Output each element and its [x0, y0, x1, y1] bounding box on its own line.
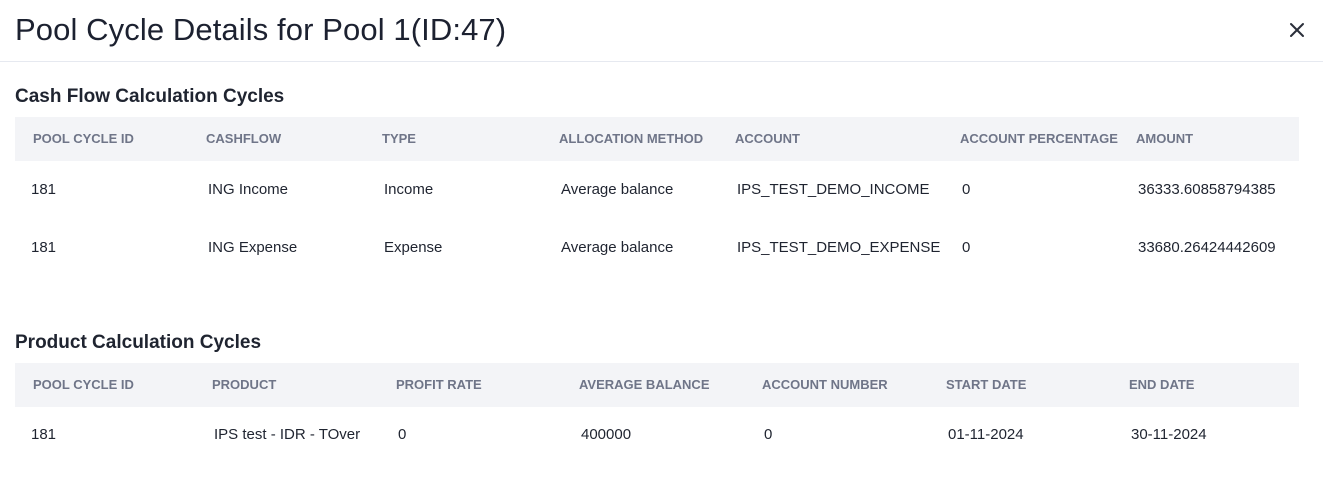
cell-cashflow: ING Income [208, 181, 289, 198]
cell-allocation-method: Average balance [561, 181, 674, 198]
cell-profit-rate: 0 [398, 426, 407, 443]
column-header-account[interactable]: ACCOUNT [735, 117, 800, 161]
column-header-account-percentage[interactable]: ACCOUNT PERCENTAGE [960, 117, 1118, 161]
cashflow-section-title: Cash Flow Calculation Cycles [15, 86, 285, 107]
cell-account-percentage: 0 [962, 239, 971, 256]
table-row: 181 ING Expense Expense Average balance … [15, 233, 1299, 263]
cashflow-table-header: POOL CYCLE ID CASHFLOW TYPE ALLOCATION M… [15, 117, 1299, 161]
product-table-header: POOL CYCLE ID PRODUCT PROFIT RATE AVERAG… [15, 363, 1299, 407]
cell-average-balance: 400000 [581, 426, 632, 443]
modal-title: Pool Cycle Details for Pool 1(ID:47) [15, 12, 507, 47]
table-row: 181 IPS test - IDR - TOver 0 400000 0 01… [15, 420, 1299, 450]
cell-account-number: 0 [764, 426, 773, 443]
cell-amount: 36333.60858794385 [1138, 181, 1276, 198]
column-header-pool-cycle-id[interactable]: POOL CYCLE ID [33, 363, 134, 407]
column-header-amount[interactable]: AMOUNT [1136, 117, 1193, 161]
close-icon [1290, 23, 1304, 37]
modal-header: Pool Cycle Details for Pool 1(ID:47) [0, 0, 1323, 62]
column-header-pool-cycle-id[interactable]: POOL CYCLE ID [33, 117, 134, 161]
column-header-cashflow[interactable]: CASHFLOW [206, 117, 281, 161]
cell-type: Income [384, 181, 434, 198]
cell-pool-cycle-id: 181 [31, 426, 57, 443]
cell-product: IPS test - IDR - TOver [214, 426, 361, 443]
close-button[interactable] [1284, 17, 1310, 43]
column-header-average-balance[interactable]: AVERAGE BALANCE [579, 363, 710, 407]
column-header-allocation-method[interactable]: ALLOCATION METHOD [559, 117, 703, 161]
column-header-start-date[interactable]: START DATE [946, 363, 1026, 407]
cell-pool-cycle-id: 181 [31, 239, 57, 256]
cell-account: IPS_TEST_DEMO_EXPENSE [737, 239, 941, 256]
table-row: 181 ING Income Income Average balance IP… [15, 175, 1299, 205]
cell-allocation-method: Average balance [561, 239, 674, 256]
cell-end-date: 30-11-2024 [1131, 426, 1207, 443]
column-header-type[interactable]: TYPE [382, 117, 416, 161]
cell-account: IPS_TEST_DEMO_INCOME [737, 181, 930, 198]
column-header-product[interactable]: PRODUCT [212, 363, 276, 407]
column-header-account-number[interactable]: ACCOUNT NUMBER [762, 363, 888, 407]
cell-pool-cycle-id: 181 [31, 181, 57, 198]
column-header-profit-rate[interactable]: PROFIT RATE [396, 363, 482, 407]
cell-cashflow: ING Expense [208, 239, 298, 256]
column-header-end-date[interactable]: END DATE [1129, 363, 1194, 407]
cell-type: Expense [384, 239, 443, 256]
product-section-title: Product Calculation Cycles [15, 332, 262, 353]
cell-amount: 33680.26424442609 [1138, 239, 1276, 256]
cell-account-percentage: 0 [962, 181, 971, 198]
cell-start-date: 01-11-2024 [948, 426, 1024, 443]
